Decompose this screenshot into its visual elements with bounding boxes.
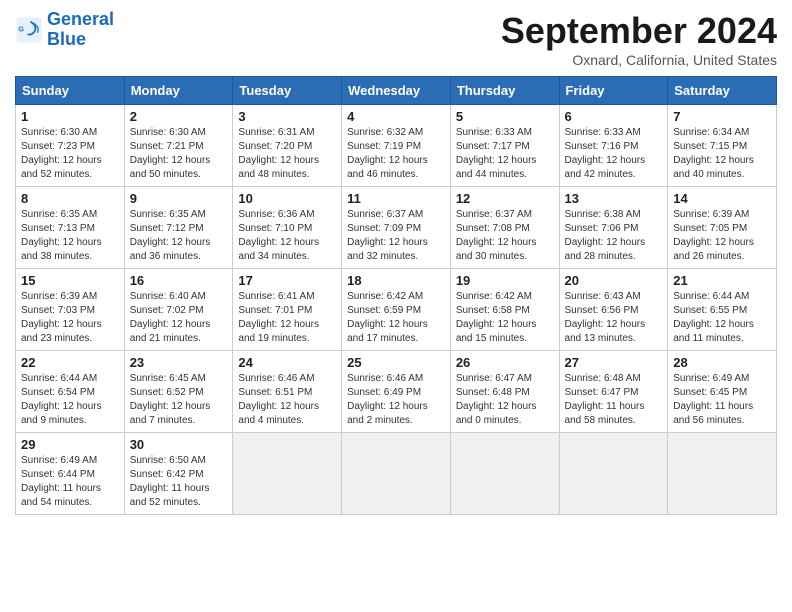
calendar-day-23: 23Sunrise: 6:45 AMSunset: 6:52 PMDayligh… [124,351,233,433]
location: Oxnard, California, United States [501,52,777,68]
weekday-header-tuesday: Tuesday [233,77,342,105]
calendar-day-5: 5Sunrise: 6:33 AMSunset: 7:17 PMDaylight… [450,105,559,187]
calendar-day-14: 14Sunrise: 6:39 AMSunset: 7:05 PMDayligh… [668,187,777,269]
calendar-empty [450,433,559,515]
calendar-day-27: 27Sunrise: 6:48 AMSunset: 6:47 PMDayligh… [559,351,668,433]
calendar-day-2: 2Sunrise: 6:30 AMSunset: 7:21 PMDaylight… [124,105,233,187]
calendar-day-16: 16Sunrise: 6:40 AMSunset: 7:02 PMDayligh… [124,269,233,351]
calendar-week-1: 1Sunrise: 6:30 AMSunset: 7:23 PMDaylight… [16,105,777,187]
svg-text:G: G [19,26,25,33]
calendar-day-9: 9Sunrise: 6:35 AMSunset: 7:12 PMDaylight… [124,187,233,269]
calendar-day-11: 11Sunrise: 6:37 AMSunset: 7:09 PMDayligh… [342,187,451,269]
header: G General Blue September 2024 Oxnard, Ca… [15,10,777,68]
weekday-header-saturday: Saturday [668,77,777,105]
logo-general: General [47,9,114,29]
calendar-day-15: 15Sunrise: 6:39 AMSunset: 7:03 PMDayligh… [16,269,125,351]
calendar-day-10: 10Sunrise: 6:36 AMSunset: 7:10 PMDayligh… [233,187,342,269]
calendar-day-17: 17Sunrise: 6:41 AMSunset: 7:01 PMDayligh… [233,269,342,351]
calendar-day-26: 26Sunrise: 6:47 AMSunset: 6:48 PMDayligh… [450,351,559,433]
calendar-day-28: 28Sunrise: 6:49 AMSunset: 6:45 PMDayligh… [668,351,777,433]
logo: G General Blue [15,10,114,50]
weekday-header-friday: Friday [559,77,668,105]
calendar-week-4: 22Sunrise: 6:44 AMSunset: 6:54 PMDayligh… [16,351,777,433]
weekday-header-row: SundayMondayTuesdayWednesdayThursdayFrid… [16,77,777,105]
calendar-day-13: 13Sunrise: 6:38 AMSunset: 7:06 PMDayligh… [559,187,668,269]
calendar-week-3: 15Sunrise: 6:39 AMSunset: 7:03 PMDayligh… [16,269,777,351]
calendar-day-1: 1Sunrise: 6:30 AMSunset: 7:23 PMDaylight… [16,105,125,187]
title-area: September 2024 Oxnard, California, Unite… [501,10,777,68]
calendar-day-19: 19Sunrise: 6:42 AMSunset: 6:58 PMDayligh… [450,269,559,351]
calendar-empty [559,433,668,515]
calendar-empty [342,433,451,515]
calendar-day-12: 12Sunrise: 6:37 AMSunset: 7:08 PMDayligh… [450,187,559,269]
calendar-empty [233,433,342,515]
weekday-header-monday: Monday [124,77,233,105]
calendar-day-29: 29Sunrise: 6:49 AMSunset: 6:44 PMDayligh… [16,433,125,515]
logo-blue: Blue [47,29,86,49]
weekday-header-thursday: Thursday [450,77,559,105]
calendar-day-22: 22Sunrise: 6:44 AMSunset: 6:54 PMDayligh… [16,351,125,433]
calendar-day-24: 24Sunrise: 6:46 AMSunset: 6:51 PMDayligh… [233,351,342,433]
calendar-day-21: 21Sunrise: 6:44 AMSunset: 6:55 PMDayligh… [668,269,777,351]
calendar-day-3: 3Sunrise: 6:31 AMSunset: 7:20 PMDaylight… [233,105,342,187]
weekday-header-wednesday: Wednesday [342,77,451,105]
calendar-day-20: 20Sunrise: 6:43 AMSunset: 6:56 PMDayligh… [559,269,668,351]
calendar-day-8: 8Sunrise: 6:35 AMSunset: 7:13 PMDaylight… [16,187,125,269]
calendar-week-2: 8Sunrise: 6:35 AMSunset: 7:13 PMDaylight… [16,187,777,269]
weekday-header-sunday: Sunday [16,77,125,105]
calendar-day-30: 30Sunrise: 6:50 AMSunset: 6:42 PMDayligh… [124,433,233,515]
month-year: September 2024 [501,10,777,52]
calendar-table: SundayMondayTuesdayWednesdayThursdayFrid… [15,76,777,515]
calendar-day-6: 6Sunrise: 6:33 AMSunset: 7:16 PMDaylight… [559,105,668,187]
calendar-day-18: 18Sunrise: 6:42 AMSunset: 6:59 PMDayligh… [342,269,451,351]
calendar-day-7: 7Sunrise: 6:34 AMSunset: 7:15 PMDaylight… [668,105,777,187]
logo-icon: G [15,16,43,44]
calendar-week-5: 29Sunrise: 6:49 AMSunset: 6:44 PMDayligh… [16,433,777,515]
calendar-empty [668,433,777,515]
calendar-day-25: 25Sunrise: 6:46 AMSunset: 6:49 PMDayligh… [342,351,451,433]
calendar-day-4: 4Sunrise: 6:32 AMSunset: 7:19 PMDaylight… [342,105,451,187]
